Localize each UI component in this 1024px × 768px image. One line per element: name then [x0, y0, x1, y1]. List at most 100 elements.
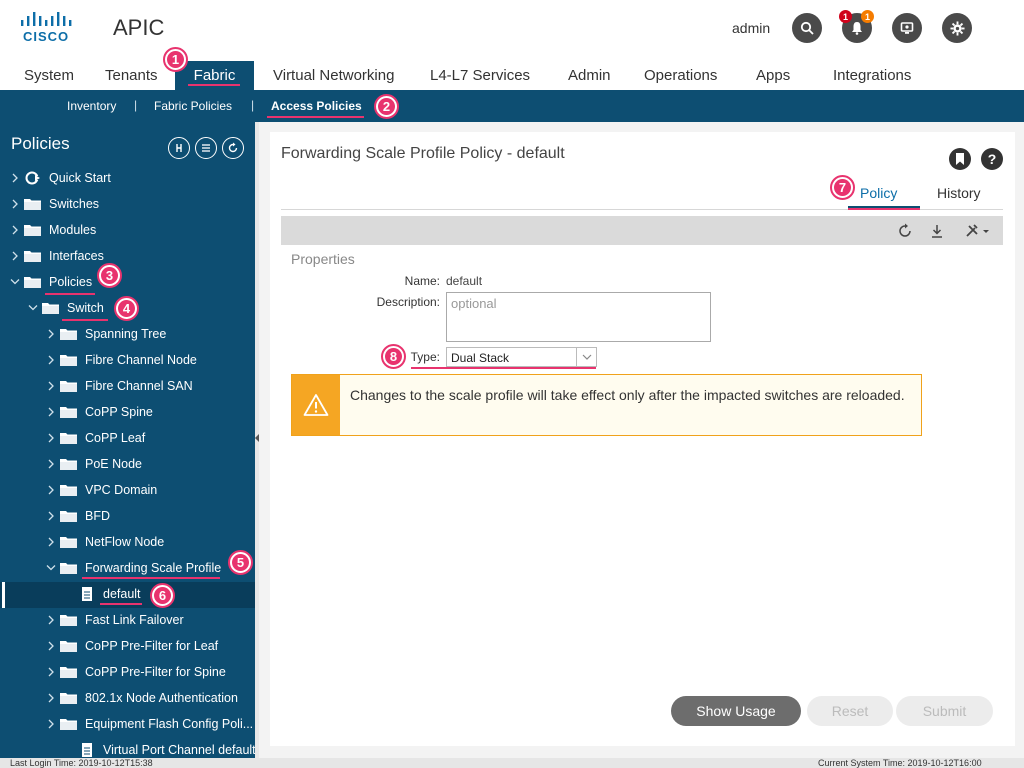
- panel-splitter[interactable]: [255, 122, 259, 758]
- tab-admin[interactable]: Admin: [568, 61, 611, 90]
- tab-l4-l7-services[interactable]: L4-L7 Services: [430, 61, 530, 90]
- chevron-right-icon[interactable]: [46, 614, 56, 626]
- tree-item-copp-leaf[interactable]: CoPP Leaf: [0, 426, 255, 452]
- folder-icon: [60, 537, 77, 548]
- list-tool-button[interactable]: [195, 137, 217, 159]
- chevron-right-icon[interactable]: [46, 692, 56, 704]
- notifications-button[interactable]: 1 1: [839, 10, 874, 43]
- chevron-right-icon[interactable]: [10, 172, 20, 184]
- list-icon: [202, 144, 210, 152]
- tab-system[interactable]: System: [24, 61, 74, 90]
- tree-item-interfaces[interactable]: Interfaces: [0, 244, 255, 270]
- chevron-right-icon[interactable]: [46, 458, 56, 470]
- document-icon: [82, 587, 92, 601]
- tree-item-modules[interactable]: Modules: [0, 218, 255, 244]
- user-menu[interactable]: admin: [732, 20, 770, 36]
- subtab-fabric-policies[interactable]: Fabric Policies: [154, 99, 232, 113]
- tree-item-quick-start[interactable]: Quick Start: [0, 166, 255, 192]
- tree-item-label: BFD: [85, 509, 110, 523]
- chevron-right-icon[interactable]: [10, 250, 20, 262]
- tree-item-vpc-domain[interactable]: VPC Domain: [0, 478, 255, 504]
- tree-item-switches[interactable]: Switches: [0, 192, 255, 218]
- reset-button[interactable]: Reset: [807, 696, 893, 726]
- highlight-type: [411, 367, 596, 369]
- chevron-right-icon[interactable]: [46, 536, 56, 548]
- settings-button[interactable]: [942, 13, 972, 43]
- chevron-right-icon[interactable]: [46, 406, 56, 418]
- download-icon[interactable]: [928, 222, 946, 240]
- folder-icon: [60, 641, 77, 652]
- refresh-icon[interactable]: [896, 222, 914, 240]
- subtab-inventory[interactable]: Inventory: [67, 99, 116, 113]
- tree-item-fibre-channel-san[interactable]: Fibre Channel SAN: [0, 374, 255, 400]
- help-button[interactable]: ?: [981, 148, 1003, 170]
- monitor-icon: [900, 22, 914, 34]
- tree-item-poe-node[interactable]: PoE Node: [0, 452, 255, 478]
- chevron-down-icon[interactable]: [46, 562, 56, 574]
- callout-8: 8: [381, 344, 406, 369]
- tree-item-label: CoPP Leaf: [85, 431, 146, 445]
- search-button[interactable]: [792, 13, 822, 43]
- sub-nav: Inventory | Fabric Policies | Access Pol…: [0, 90, 1024, 122]
- folder-icon: [24, 199, 41, 210]
- chevron-down-icon[interactable]: [10, 276, 20, 288]
- alert-message: Changes to the scale profile will take e…: [350, 387, 905, 403]
- chevron-right-icon[interactable]: [46, 432, 56, 444]
- chevron-right-icon[interactable]: [46, 484, 56, 496]
- tools-icon[interactable]: [964, 222, 992, 240]
- folder-icon: [60, 355, 77, 366]
- document-icon: [82, 743, 92, 757]
- tree-item-copp-pre-filter-for-spine[interactable]: CoPP Pre-Filter for Spine: [0, 660, 255, 686]
- show-usage-button[interactable]: Show Usage: [671, 696, 801, 726]
- tab-integrations[interactable]: Integrations: [833, 61, 911, 90]
- chevron-right-icon[interactable]: [46, 380, 56, 392]
- folder-icon: [60, 459, 77, 470]
- main-nav: System Tenants Fabric Virtual Networking…: [0, 61, 1024, 90]
- tab-virtual-networking[interactable]: Virtual Networking: [273, 61, 394, 90]
- tab-history[interactable]: History: [937, 185, 981, 201]
- tree-item-fast-link-failover[interactable]: Fast Link Failover: [0, 608, 255, 634]
- refresh-icon: [228, 142, 238, 153]
- bookmark-button[interactable]: [949, 148, 971, 170]
- folder-icon: [60, 485, 77, 496]
- top-header: CISCO APIC admin 1 1 System Tenants Fabr…: [0, 0, 1024, 90]
- tree-item-virtual-port-channel-default[interactable]: Virtual Port Channel default: [0, 738, 255, 758]
- alert-badge-orange: 1: [861, 10, 874, 23]
- callout-5: 5: [228, 550, 253, 575]
- subtab-access-policies[interactable]: Access Policies: [271, 99, 362, 113]
- chevron-right-icon[interactable]: [10, 224, 20, 236]
- chevron-right-icon[interactable]: [10, 198, 20, 210]
- tab-apps[interactable]: Apps: [756, 61, 790, 90]
- chevron-right-icon[interactable]: [46, 328, 56, 340]
- tree-item-policies[interactable]: Policies: [0, 270, 255, 296]
- tab-policy[interactable]: Policy: [860, 185, 897, 201]
- description-field[interactable]: optional: [446, 292, 711, 342]
- type-select[interactable]: Dual Stack: [446, 347, 597, 367]
- tree-item-spanning-tree[interactable]: Spanning Tree: [0, 322, 255, 348]
- display-button[interactable]: [892, 13, 922, 43]
- tab-tenants[interactable]: Tenants: [105, 61, 158, 90]
- folder-icon: [60, 381, 77, 392]
- submit-button[interactable]: Submit: [896, 696, 993, 726]
- chevron-down-icon[interactable]: [576, 348, 596, 366]
- tab-operations[interactable]: Operations: [644, 61, 717, 90]
- chevron-right-icon[interactable]: [46, 640, 56, 652]
- tree-item-copp-spine[interactable]: CoPP Spine: [0, 400, 255, 426]
- sub-separator: |: [134, 98, 138, 112]
- tree-item-netflow-node[interactable]: NetFlow Node: [0, 530, 255, 556]
- callout-2: 2: [374, 94, 399, 119]
- tree-item-802-1x-node-authentication[interactable]: 802.1x Node Authentication: [0, 686, 255, 712]
- callout-6: 6: [150, 583, 175, 608]
- tree-item-bfd[interactable]: BFD: [0, 504, 255, 530]
- chevron-down-icon[interactable]: [28, 302, 38, 314]
- chevron-right-icon[interactable]: [46, 666, 56, 678]
- tree-item-fibre-channel-node[interactable]: Fibre Channel Node: [0, 348, 255, 374]
- tree-item-equipment-flash-config-poli[interactable]: Equipment Flash Config Poli...: [0, 712, 255, 738]
- chevron-right-icon[interactable]: [46, 510, 56, 522]
- policy-panel: Forwarding Scale Profile Policy - defaul…: [270, 132, 1015, 746]
- create-tool-button[interactable]: [168, 137, 190, 159]
- refresh-tool-button[interactable]: [222, 137, 244, 159]
- chevron-right-icon[interactable]: [46, 354, 56, 366]
- tree-item-copp-pre-filter-for-leaf[interactable]: CoPP Pre-Filter for Leaf: [0, 634, 255, 660]
- chevron-right-icon[interactable]: [46, 718, 56, 730]
